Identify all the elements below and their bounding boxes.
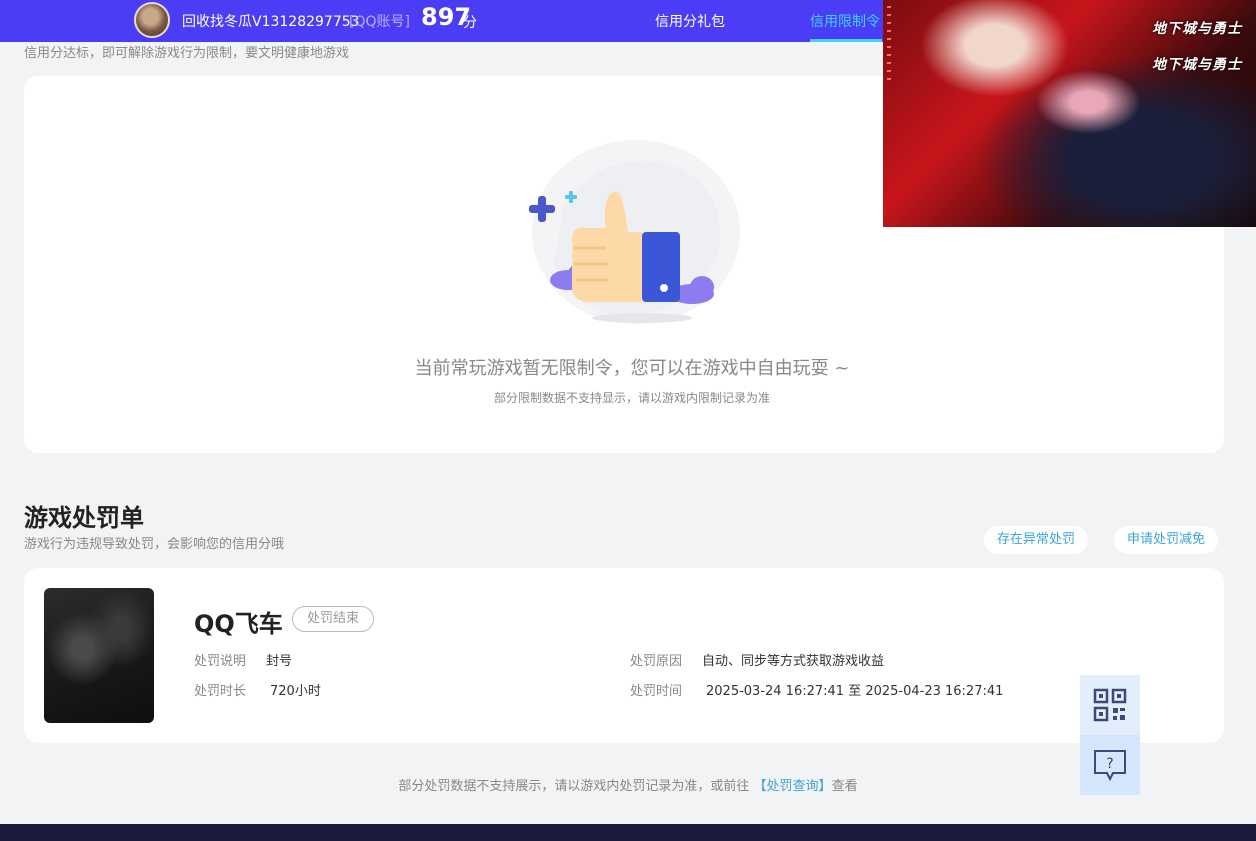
username: 回收找冬瓜V13128297753 (182, 14, 360, 30)
empty-state-note: 部分限制数据不支持显示，请以游戏内限制记录为准 (493, 391, 770, 405)
game-name: QQ飞车 (194, 610, 283, 638)
abnormal-punishment-button[interactable]: 存在异常处罚 (984, 526, 1089, 554)
punishment-section-title: 游戏处罚单 (24, 504, 144, 532)
footer-note-prefix: 部分处罚数据不支持展示，请以游戏内处罚记录为准，或前往 (398, 779, 754, 794)
apply-reduction-button[interactable]: 申请处罚减免 (1114, 526, 1219, 554)
svg-text:?: ? (1106, 756, 1113, 772)
punishment-query-link[interactable]: 【处罚查询】 (754, 779, 832, 794)
punishment-section-subtitle: 游戏行为违规导致处罚，会影响您的信用分哦 (24, 537, 285, 552)
footer-note-suffix: 查看 (831, 779, 858, 794)
ad-game-logo: 地下城与勇士 (1152, 21, 1242, 37)
ad-game-logo-secondary: 地下城与勇士 (1152, 57, 1242, 73)
nav-tab-credit-restriction[interactable]: 信用限制令 (810, 11, 880, 31)
user-avatar[interactable] (134, 2, 170, 38)
page-footer-bar (0, 824, 1256, 841)
game-ad-banner[interactable]: 地下城与勇士 地下城与勇士 (883, 0, 1256, 227)
thumbs-up-illustration-icon (529, 140, 740, 324)
account-type-label: [QQ账号] (349, 14, 410, 30)
status-badge: 处罚结束 (292, 606, 375, 632)
punishment-time-value: 2025-03-24 16:27:41 至 2025-04-23 16:27:4… (706, 684, 1004, 699)
ad-dots-decoration (887, 6, 891, 86)
punishment-desc-label: 处罚说明 (194, 654, 247, 669)
active-tab-indicator (810, 39, 882, 42)
punishment-reason-value: 自动、同步等方式获取游戏收益 (702, 654, 885, 669)
footer-note: 部分处罚数据不支持展示，请以游戏内处罚记录为准，或前往 【处罚查询】查看 (0, 775, 1256, 794)
qr-code-button[interactable] (1080, 675, 1140, 735)
punishment-reason-label: 处罚原因 (630, 654, 683, 669)
punishment-duration-value: 720小时 (270, 684, 321, 699)
game-cover-image (44, 588, 154, 723)
empty-state-title: 当前常玩游戏暂无限制令，您可以在游戏中自由玩耍 ~ (414, 358, 850, 379)
restriction-subtitle: 信用分达标，即可解除游戏行为限制，要文明健康地游戏 (24, 46, 350, 61)
punishment-time-label: 处罚时间 (630, 684, 683, 699)
punishment-desc-value: 封号 (266, 654, 293, 669)
nav-tab-credit-gift[interactable]: 信用分礼包 (655, 11, 725, 31)
punishment-duration-label: 处罚时长 (194, 684, 247, 699)
credit-score-unit: 分 (463, 15, 477, 31)
punishment-record-card: QQ飞车 处罚结束 处罚说明 封号 处罚时长 720小时 处罚原因 自动、同步等… (24, 568, 1224, 743)
qr-code-icon (1093, 688, 1127, 722)
